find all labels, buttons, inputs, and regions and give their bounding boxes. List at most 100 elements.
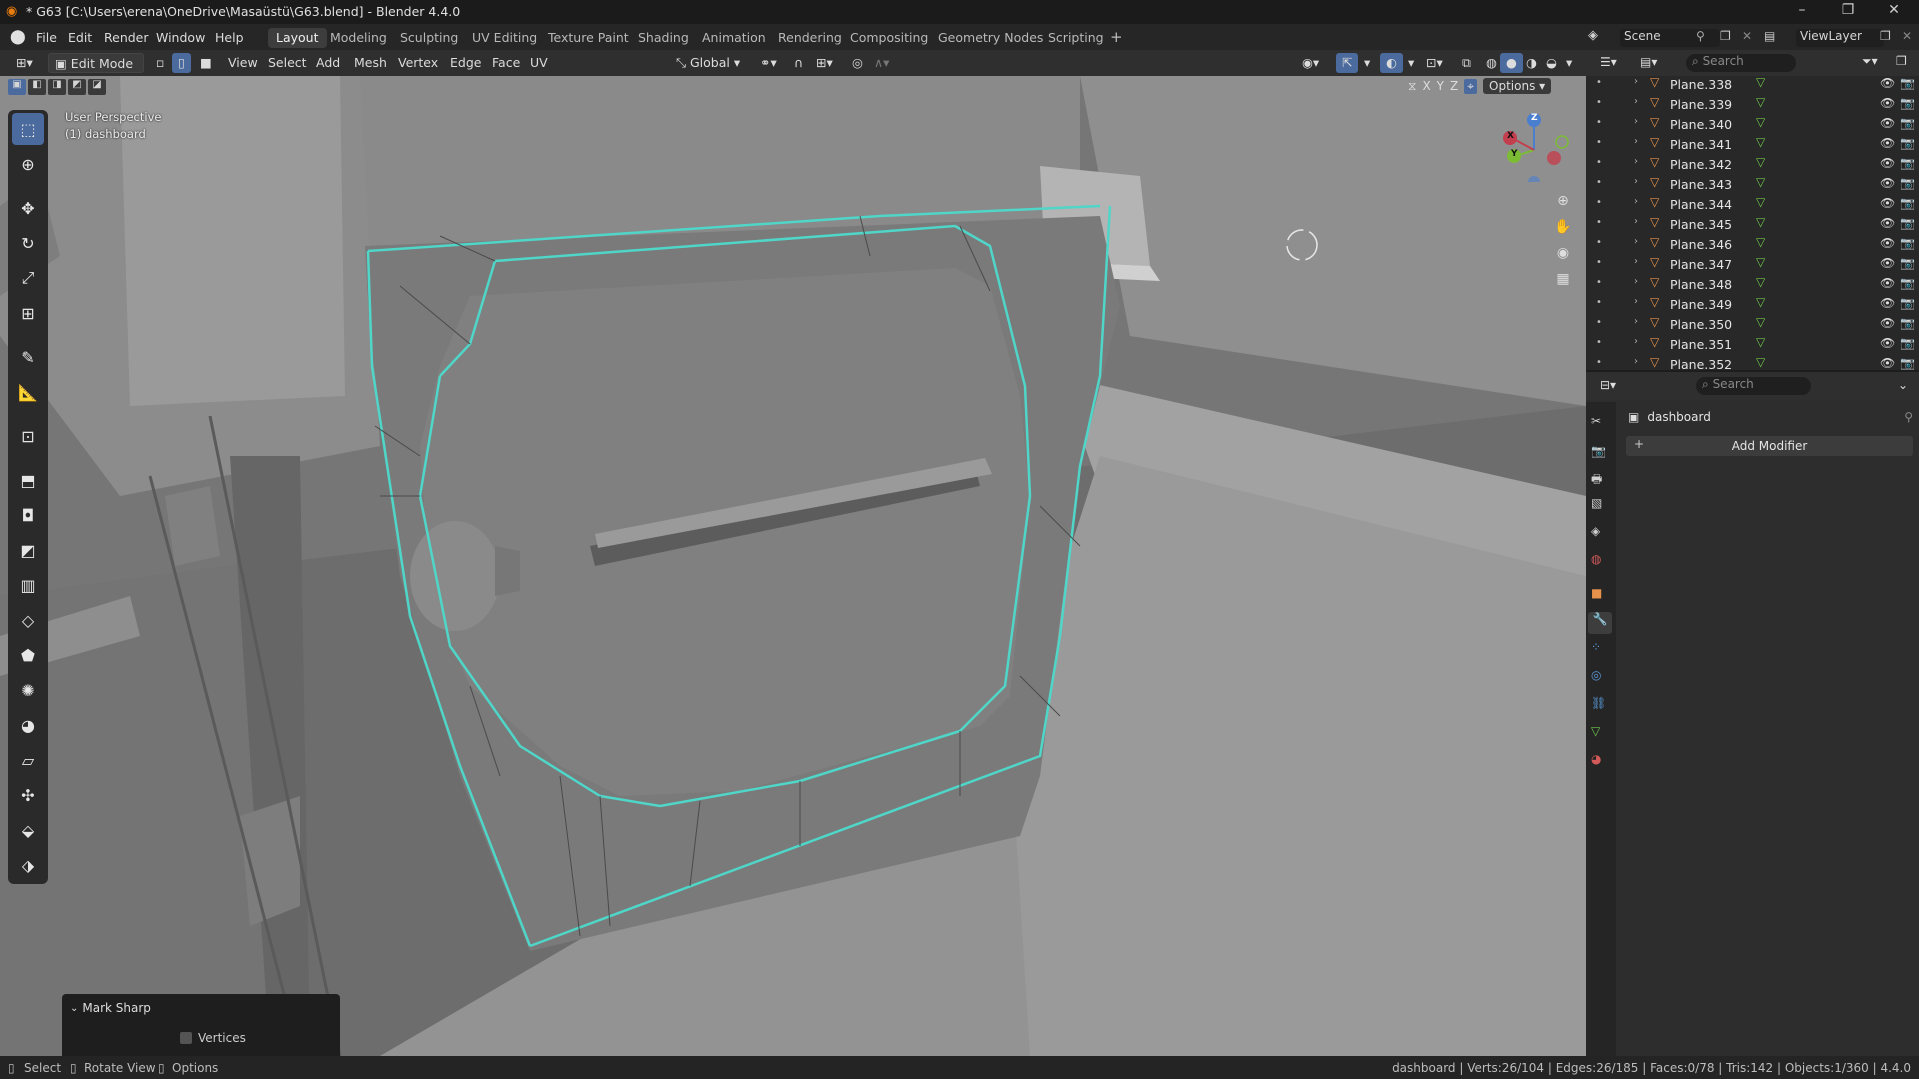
- poly-build-tool-icon[interactable]: ⬟: [12, 639, 44, 671]
- outliner-row[interactable]: • › ▽ Plane.347 ▽ 👁 📷: [1586, 254, 1919, 274]
- menu-render[interactable]: Render: [104, 30, 149, 45]
- properties-search-input[interactable]: ⌕ Search: [1696, 377, 1811, 395]
- xray-icon[interactable]: ⧉: [1456, 53, 1477, 73]
- outliner-search-input[interactable]: ⌕ Search: [1686, 54, 1796, 72]
- visibility-eye-icon[interactable]: 👁: [1880, 276, 1895, 290]
- output-tab-icon[interactable]: 🖶: [1591, 470, 1602, 491]
- visibility-eye-icon[interactable]: 👁: [1880, 76, 1895, 90]
- zoom-icon[interactable]: ⊕: [1550, 193, 1576, 219]
- outliner-row[interactable]: • › ▽ Plane.351 ▽ 👁 📷: [1586, 334, 1919, 354]
- tab-rendering[interactable]: Rendering: [770, 28, 850, 48]
- outliner-editor-icon[interactable]: ☰▾: [1600, 55, 1617, 69]
- expand-arrow-icon[interactable]: ›: [1634, 336, 1638, 347]
- editor-type-icon[interactable]: ⊞▾: [10, 53, 39, 73]
- menu-file[interactable]: File: [36, 30, 57, 45]
- render-camera-icon[interactable]: 📷: [1900, 76, 1915, 90]
- close-button[interactable]: ✕: [1878, 2, 1910, 22]
- menu-edit[interactable]: Edit: [68, 30, 92, 45]
- render-camera-icon[interactable]: 📷: [1900, 276, 1915, 290]
- pin-properties-icon[interactable]: ⚲: [1904, 410, 1913, 424]
- visibility-eye-icon[interactable]: 👁: [1880, 136, 1895, 150]
- mesh-data-tab-icon[interactable]: ▽: [1591, 724, 1600, 738]
- delete-view-layer-icon[interactable]: ✕: [1902, 29, 1912, 43]
- select-subtract-icon[interactable]: ◨: [48, 79, 66, 95]
- outliner-row[interactable]: • › ▽ Plane.339 ▽ 👁 📷: [1586, 94, 1919, 114]
- render-camera-icon[interactable]: 📷: [1900, 296, 1915, 310]
- add-modifier-button[interactable]: + Add Modifier: [1626, 436, 1913, 456]
- select-invert-icon[interactable]: ◩: [68, 79, 86, 95]
- visibility-icon[interactable]: ◉▾: [1296, 53, 1325, 73]
- new-scene-icon[interactable]: ❐: [1720, 29, 1731, 43]
- menu-help[interactable]: Help: [215, 30, 244, 45]
- expand-arrow-icon[interactable]: ›: [1634, 156, 1638, 167]
- outliner-row[interactable]: • › ▽ Plane.343 ▽ 👁 📷: [1586, 174, 1919, 194]
- gizmo-toggle-icon[interactable]: ⇱: [1336, 53, 1359, 73]
- outliner-row[interactable]: • › ▽ Plane.346 ▽ 👁 📷: [1586, 234, 1919, 254]
- auto-merge-icon[interactable]: ⌖: [1464, 78, 1478, 94]
- pivot-icon[interactable]: ⚭▾: [754, 53, 783, 73]
- outliner-row[interactable]: • › ▽ Plane.349 ▽ 👁 📷: [1586, 294, 1919, 314]
- display-mode-icon[interactable]: ▤▾: [1640, 55, 1657, 69]
- overlays-toggle-icon[interactable]: ◐: [1380, 53, 1403, 73]
- tool-tab-icon[interactable]: ✂: [1591, 414, 1601, 428]
- select-extend-icon[interactable]: ◧: [28, 79, 46, 95]
- maximize-button[interactable]: ❐: [1832, 2, 1864, 22]
- 3d-viewport[interactable]: User Perspective (1) dashboard ▣ ◧ ◨ ◩ ◪…: [0, 76, 1586, 1056]
- view-layer-tab-icon[interactable]: ▧: [1591, 496, 1602, 510]
- visibility-eye-icon[interactable]: 👁: [1880, 116, 1895, 130]
- expand-arrow-icon[interactable]: ›: [1634, 76, 1638, 87]
- rip-region-tool-icon[interactable]: ⬗: [12, 849, 44, 881]
- new-collection-icon[interactable]: ❐: [1896, 54, 1907, 68]
- expand-arrow-icon[interactable]: ›: [1634, 236, 1638, 247]
- menu-add[interactable]: Add: [310, 53, 346, 73]
- outliner-row[interactable]: • › ▽ Plane.341 ▽ 👁 📷: [1586, 134, 1919, 154]
- expand-arrow-icon[interactable]: ›: [1634, 196, 1638, 207]
- tab-modeling[interactable]: Modeling: [322, 28, 395, 48]
- visibility-eye-icon[interactable]: 👁: [1880, 316, 1895, 330]
- pin-icon[interactable]: ⚲: [1696, 29, 1705, 43]
- expand-arrow-icon[interactable]: ›: [1634, 276, 1638, 287]
- outliner-row[interactable]: • › ▽ Plane.345 ▽ 👁 📷: [1586, 214, 1919, 234]
- expand-arrow-icon[interactable]: ›: [1634, 316, 1638, 327]
- vertices-checkbox[interactable]: [180, 1032, 192, 1044]
- visibility-eye-icon[interactable]: 👁: [1880, 216, 1895, 230]
- scene-icon[interactable]: ◈: [1588, 28, 1598, 43]
- render-camera-icon[interactable]: 📷: [1900, 96, 1915, 110]
- vertices-option[interactable]: Vertices: [180, 1031, 246, 1045]
- blender-menu-icon[interactable]: ⬤: [10, 29, 26, 45]
- constraints-tab-icon[interactable]: ⛓: [1591, 696, 1606, 710]
- expand-arrow-icon[interactable]: ›: [1634, 176, 1638, 187]
- delete-scene-icon[interactable]: ✕: [1742, 29, 1752, 43]
- visibility-eye-icon[interactable]: 👁: [1880, 296, 1895, 310]
- tab-geometry-nodes[interactable]: Geometry Nodes: [930, 28, 1051, 48]
- shading-dropdown-icon[interactable]: ▾: [1560, 53, 1578, 73]
- visibility-eye-icon[interactable]: 👁: [1880, 96, 1895, 110]
- material-tab-icon[interactable]: ◕: [1591, 752, 1601, 766]
- move-tool-icon[interactable]: ✥: [12, 192, 44, 224]
- object-tab-icon[interactable]: ■: [1591, 586, 1602, 600]
- outliner-row[interactable]: • › ▽ Plane.348 ▽ 👁 📷: [1586, 274, 1919, 294]
- snap-icon[interactable]: ∩: [788, 53, 809, 73]
- cursor-tool-icon[interactable]: ⊕: [12, 148, 44, 180]
- visibility-eye-icon[interactable]: 👁: [1880, 256, 1895, 270]
- mode-selector[interactable]: ▣ Edit Mode: [48, 53, 144, 73]
- mesh-overlays-icon[interactable]: ⊡▾: [1420, 53, 1449, 73]
- render-camera-icon[interactable]: 📷: [1900, 136, 1915, 150]
- outliner-row[interactable]: • › ▽ Plane.344 ▽ 👁 📷: [1586, 194, 1919, 214]
- transform-tool-icon[interactable]: ⊞: [12, 297, 44, 329]
- operator-header[interactable]: ⌄ Mark Sharp: [70, 1001, 151, 1015]
- outliner-row[interactable]: • › ▽ Plane.350 ▽ 👁 📷: [1586, 314, 1919, 334]
- visibility-eye-icon[interactable]: 👁: [1880, 356, 1895, 370]
- select-new-icon[interactable]: ▣: [8, 79, 26, 95]
- expand-arrow-icon[interactable]: ›: [1634, 216, 1638, 227]
- outliner-row[interactable]: • › ▽ Plane.342 ▽ 👁 📷: [1586, 154, 1919, 174]
- options-dropdown[interactable]: Options ▾: [1483, 78, 1552, 94]
- render-camera-icon[interactable]: 📷: [1900, 196, 1915, 210]
- tab-layout[interactable]: Layout: [268, 28, 327, 48]
- physics-tab-icon[interactable]: ◎: [1591, 668, 1601, 682]
- render-tab-icon[interactable]: 📷: [1591, 444, 1606, 458]
- select-box-tool-icon[interactable]: ⬚: [12, 113, 44, 145]
- visibility-eye-icon[interactable]: 👁: [1880, 336, 1895, 350]
- render-camera-icon[interactable]: 📷: [1900, 236, 1915, 250]
- knife-tool-icon[interactable]: ◇: [12, 604, 44, 636]
